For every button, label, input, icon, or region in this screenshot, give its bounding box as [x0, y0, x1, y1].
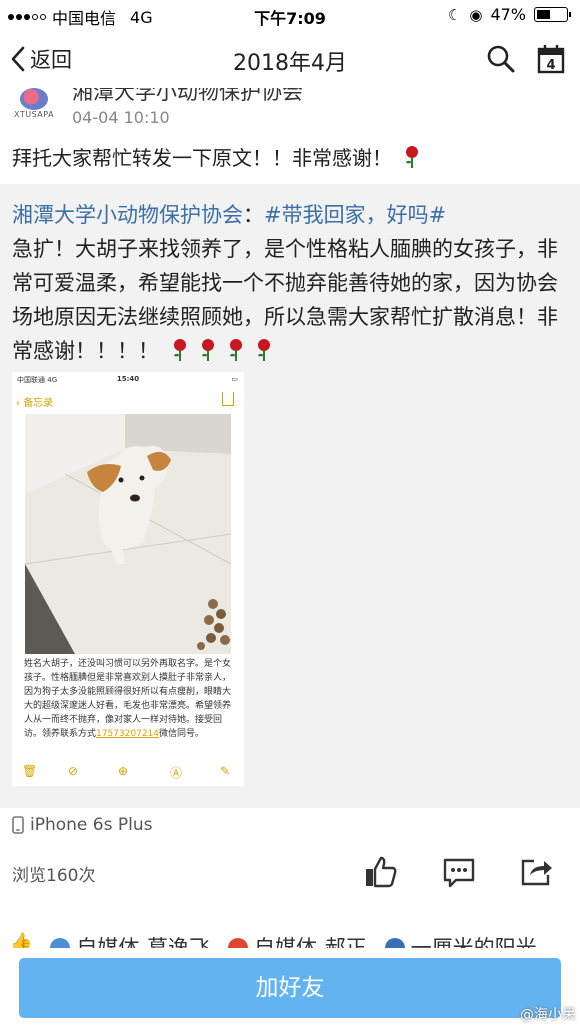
calendar-day: 4	[546, 58, 555, 73]
thumbs-up-icon: 👍	[10, 932, 33, 948]
phone-link[interactable]: 17573207214	[96, 729, 159, 739]
share-button[interactable]	[520, 855, 554, 891]
liker[interactable]: 自媒体-郝正	[228, 932, 367, 948]
share-icon	[222, 392, 234, 406]
add-icon: ⊕	[118, 764, 129, 778]
liker[interactable]: 自媒体-葛逸飞	[50, 932, 210, 948]
rose-icon	[201, 339, 214, 361]
search-button[interactable]	[486, 44, 516, 78]
avatar-text: XTUSAPA	[14, 110, 55, 119]
rotation-lock-icon: ◉	[469, 5, 483, 24]
repost-card[interactable]: 湘潭大学小动物保护协会：#带我回家，好吗# 急扩！大胡子来找领养了，是个性格粘人…	[0, 184, 580, 808]
image-caption: 姓名大胡子，还没叫习惯可以另外再取名字。是个女孩子。性格腼腆但是非常喜欢别人摸肚…	[24, 659, 232, 739]
search-icon	[487, 45, 515, 73]
dog-illustration	[25, 414, 231, 654]
like-button[interactable]	[364, 855, 398, 893]
comment-button[interactable]	[442, 857, 476, 893]
nav-bar: 返回 2018年4月 4	[0, 30, 580, 88]
share-icon	[521, 859, 552, 886]
screen: 中国电信 4G 下午7:09 ☾ ◉ 47% 返回 2018年4月 4 XTUS…	[0, 0, 580, 1031]
calendar-icon: 4	[537, 45, 565, 74]
checklist-icon: ⊘	[68, 764, 79, 778]
thumbs-up-icon	[366, 856, 397, 888]
rose-icon	[257, 339, 270, 361]
repost-author[interactable]: 湘潭大学小动物保护协会	[12, 203, 243, 227]
repost-text: 湘潭大学小动物保护协会：#带我回家，好吗# 急扩！大胡子来找领养了，是个性格粘人…	[12, 203, 558, 363]
phone-icon	[12, 816, 24, 834]
status-bar: 中国电信 4G 下午7:09 ☾ ◉ 47%	[0, 0, 580, 30]
likers-row: 👍 自媒体-葛逸飞 自媒体-郝正 一厘米的阳光	[0, 928, 580, 948]
calendar-button[interactable]: 4	[537, 44, 565, 78]
rose-icon	[406, 146, 419, 168]
view-count: 浏览160次	[12, 866, 96, 886]
post-header: XTUSAPA 湘潭大学小动物保护协会 04-04 10:10	[0, 88, 580, 134]
compose-icon: ✎	[220, 764, 231, 778]
rose-icon	[229, 339, 242, 361]
rose-icon	[173, 339, 186, 361]
avatar[interactable]: XTUSAPA	[14, 88, 58, 126]
moon-icon: ☾	[447, 5, 462, 24]
trash-icon: 🗑	[22, 764, 38, 778]
battery-percent: 47%	[490, 5, 526, 24]
dog-photo	[25, 414, 231, 654]
battery-fill	[537, 10, 550, 19]
hashtag[interactable]: #带我回家，好吗#	[264, 203, 446, 227]
liker[interactable]: 一厘米的阳光	[384, 932, 537, 948]
post-text: 拜托大家帮忙转发一下原文！！非常感谢！	[12, 142, 572, 174]
battery-icon	[534, 7, 571, 22]
avatar-logo	[20, 88, 48, 110]
stats-row: 浏览160次	[0, 845, 580, 897]
image-status-bar: 中国联通 4G 15:40 ▭	[17, 375, 238, 384]
add-friend-button[interactable]: 加好友	[19, 958, 561, 1018]
sketch-icon: Ⓐ	[170, 766, 183, 780]
device-info: iPhone 6s Plus	[12, 815, 152, 835]
memo-back: ‹ 备忘录	[16, 398, 54, 409]
repost-body: 急扩！大胡子来找领养了，是个性格粘人腼腆的女孩子，非常可爱温柔，希望能找一个不抛…	[12, 237, 558, 363]
memo-toolbar: 🗑 ⊘ ⊕ Ⓐ ✎	[12, 764, 244, 782]
watermark: @海小呆	[520, 1007, 576, 1023]
attached-image[interactable]: 中国联通 4G 15:40 ▭ ‹ 备忘录 姓名大胡子，还没叫习惯可以另外再取名…	[12, 372, 244, 786]
battery-icon: ▭	[231, 375, 238, 383]
post-time: 04-04 10:10	[72, 108, 170, 127]
comment-icon	[443, 858, 475, 888]
author-name[interactable]: 湘潭大学小动物保护协会	[72, 88, 303, 106]
